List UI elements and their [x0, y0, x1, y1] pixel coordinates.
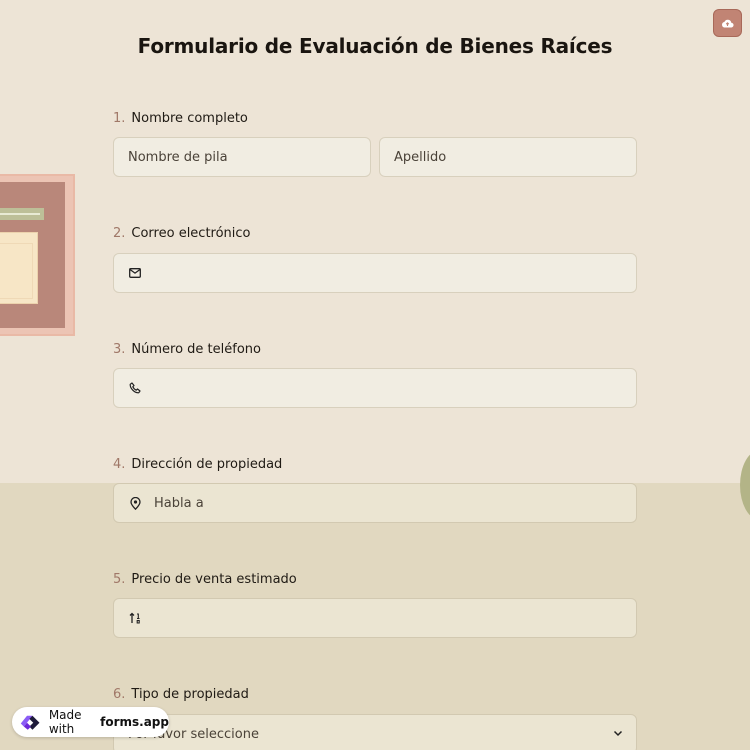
badge-brand: forms.app [100, 715, 169, 729]
first-name-placeholder: Nombre de pila [128, 149, 228, 165]
badge-prefix: Made with [48, 708, 82, 736]
form-title: Formulario de Evaluación de Bienes Raíce… [137, 34, 613, 58]
question-label-full-name: 1. Nombre completo [113, 111, 248, 126]
question-text: Número de teléfono [131, 342, 261, 357]
question-label-phone: 3. Número de teléfono [113, 342, 261, 357]
address-value: Habla a [154, 495, 204, 511]
forms-app-logo-icon [20, 715, 40, 730]
price-input[interactable] [113, 598, 637, 638]
question-number: 5. [113, 572, 126, 587]
phone-icon [128, 381, 142, 395]
decorative-frame-illustration [0, 174, 75, 336]
mail-icon [128, 266, 142, 280]
question-text: Nombre completo [131, 111, 248, 126]
question-text: Precio de venta estimado [131, 572, 297, 587]
question-label-address: 4. Dirección de propiedad [113, 457, 282, 472]
email-input[interactable] [113, 253, 637, 293]
question-text: Correo electrónico [131, 226, 251, 241]
question-number: 3. [113, 342, 126, 357]
question-text: Tipo de propiedad [131, 687, 249, 702]
question-number: 2. [113, 226, 126, 241]
question-label-email: 2. Correo electrónico [113, 226, 251, 241]
address-input[interactable]: Habla a [113, 483, 637, 523]
phone-input[interactable] [113, 368, 637, 408]
map-pin-icon [128, 496, 142, 510]
question-number: 4. [113, 457, 126, 472]
sort-numbers-icon [128, 611, 142, 625]
question-label-property-type: 6. Tipo de propiedad [113, 687, 249, 702]
last-name-input[interactable]: Apellido [379, 137, 637, 177]
decorative-paper [0, 232, 38, 304]
made-with-badge[interactable]: Made with forms.app [12, 707, 169, 737]
question-number: 6. [113, 687, 126, 702]
cloud-upload-icon [722, 19, 734, 28]
question-label-price: 5. Precio de venta estimado [113, 572, 297, 587]
question-text: Dirección de propiedad [131, 457, 283, 472]
chevron-down-icon [612, 727, 624, 743]
last-name-placeholder: Apellido [394, 149, 447, 165]
property-type-select[interactable]: Por favor seleccione [113, 714, 637, 750]
upload-button[interactable] [713, 9, 742, 37]
decorative-bar [0, 208, 44, 220]
first-name-input[interactable]: Nombre de pila [113, 137, 371, 177]
question-number: 1. [113, 111, 126, 126]
